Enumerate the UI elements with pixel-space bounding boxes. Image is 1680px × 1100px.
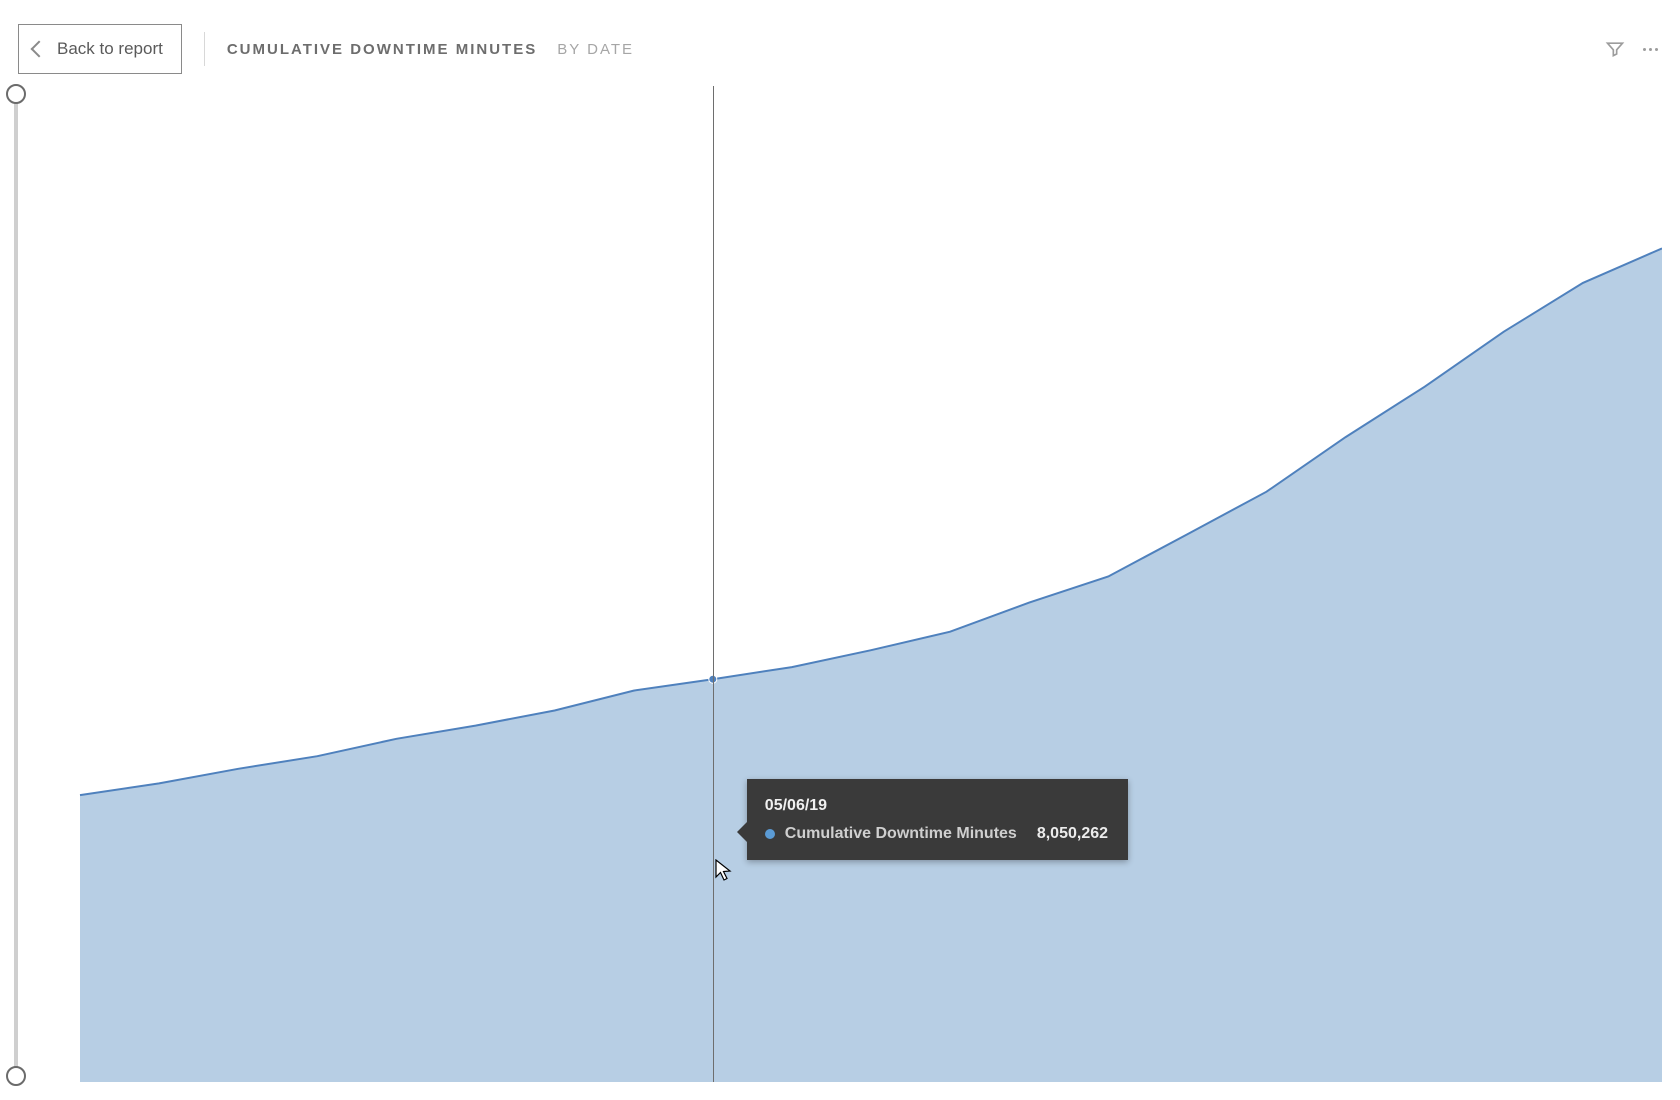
chart-title-main: CUMULATIVE DOWNTIME MINUTES [227, 41, 537, 58]
header-divider [204, 32, 205, 66]
tooltip-series-label: Cumulative Downtime Minutes [785, 821, 1017, 847]
range-handle-bottom[interactable] [6, 1066, 26, 1086]
filter-icon[interactable] [1605, 39, 1625, 59]
chevron-left-icon [31, 41, 48, 58]
back-to-report-button[interactable]: Back to report [18, 24, 182, 74]
tooltip-series-color-icon [765, 829, 775, 839]
range-handle-top[interactable] [6, 84, 26, 104]
tooltip-date: 05/06/19 [765, 793, 1108, 819]
header-actions [1605, 39, 1662, 59]
back-to-report-label: Back to report [57, 39, 163, 59]
tooltip-value: 8,050,262 [1037, 821, 1108, 847]
chart-title-sub: BY DATE [557, 41, 634, 58]
area-chart[interactable]: 05/06/19 Cumulative Downtime Minutes 8,0… [32, 86, 1662, 1082]
vertical-range-scrollbar[interactable] [14, 92, 18, 1078]
chart-header: Back to report CUMULATIVE DOWNTIME MINUT… [18, 22, 1662, 76]
chart-tooltip: 05/06/19 Cumulative Downtime Minutes 8,0… [747, 779, 1128, 860]
more-options-icon[interactable] [1639, 44, 1662, 55]
